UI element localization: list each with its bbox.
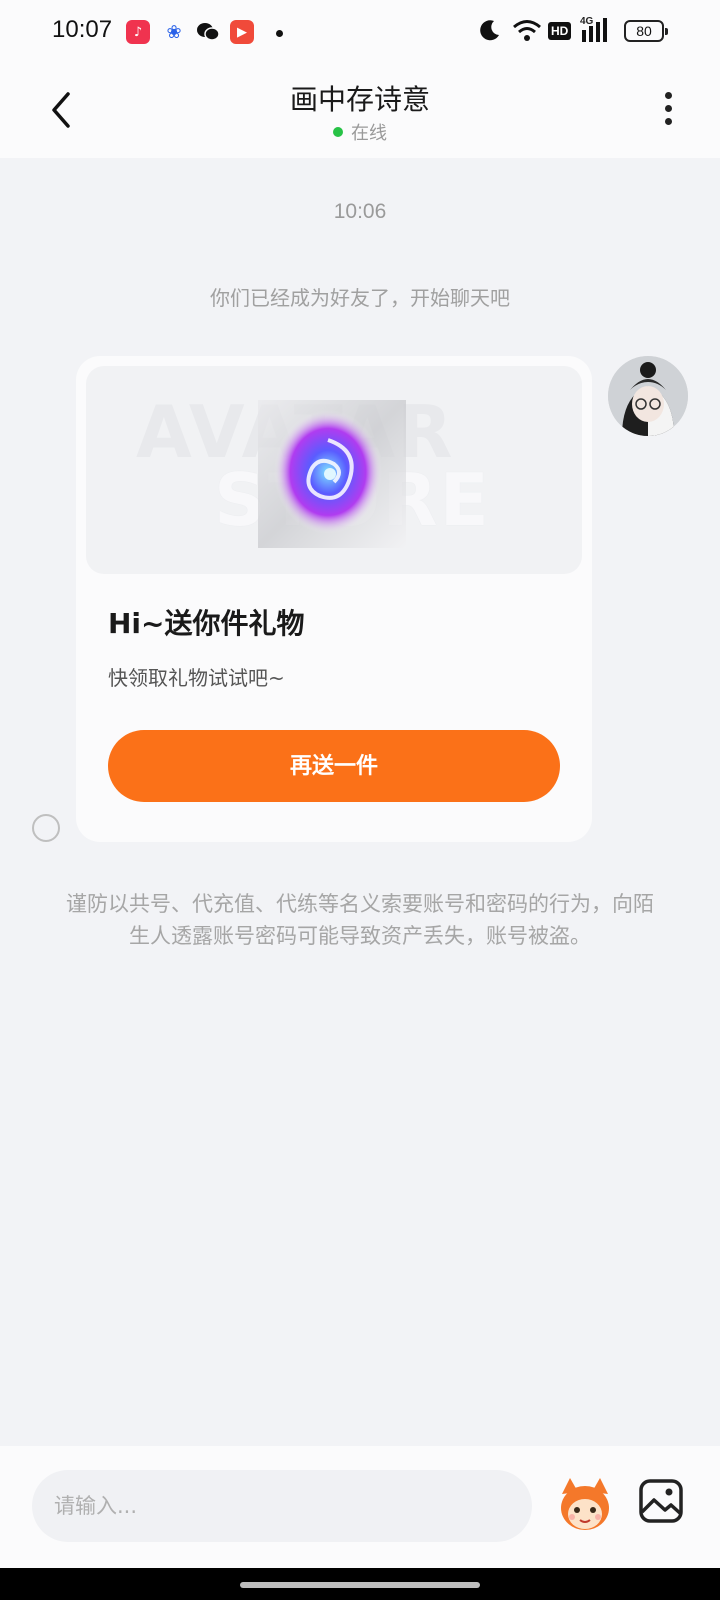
contact-name: 画中存诗意 — [289, 83, 430, 116]
music-app-icon: ♪ — [126, 20, 150, 44]
security-warning: 谨防以共号、代充值、代练等名义索要账号和密码的行为，向陌生人透露账号密码可能导致… — [66, 892, 654, 948]
baidu-app-icon: ❀ — [166, 21, 182, 43]
avatar[interactable] — [608, 356, 688, 436]
chat-header: 画中存诗意 在线 — [0, 62, 720, 158]
gift-image[interactable]: AVATAR STORE — [86, 366, 582, 574]
gift-card-title: Hi~送你件礼物 — [108, 607, 305, 640]
status-bar: 10:07 ♪ ❀ ▶ HD 4G 80 — [0, 0, 720, 62]
send-another-gift-button[interactable]: 再送一件 — [108, 730, 560, 802]
video-app-icon: ▶ — [230, 20, 254, 44]
gift-card-subtitle: 快领取礼物试试吧~ — [108, 666, 285, 690]
notification-dot — [276, 30, 283, 37]
moon-icon — [480, 20, 499, 41]
sticker-mascot-icon[interactable] — [556, 1474, 614, 1534]
message-timestamp: 10:06 — [333, 200, 387, 223]
message-input[interactable] — [32, 1470, 532, 1542]
online-status-label: 在线 — [351, 123, 387, 144]
message-input-bar — [0, 1446, 720, 1568]
gift-message-card[interactable]: AVATAR STORE Hi~送你件礼物 快领 — [76, 356, 592, 842]
wifi-icon — [513, 20, 541, 41]
online-dot-icon — [333, 127, 343, 137]
battery-icon: 80 — [624, 20, 668, 42]
status-time: 10:07 — [52, 16, 113, 43]
hd-icon: HD — [548, 22, 572, 40]
wechat-icon — [196, 20, 220, 44]
home-gesture-handle[interactable] — [240, 1582, 480, 1588]
more-options-icon[interactable] — [662, 92, 674, 128]
message-select-radio[interactable] — [32, 814, 60, 842]
image-icon[interactable] — [638, 1478, 684, 1524]
system-navigation-bar — [0, 1568, 720, 1600]
system-message: 你们已经成为好友了，开始聊天吧 — [210, 286, 510, 310]
online-status: 在线 — [0, 119, 720, 145]
gift-item-icon — [258, 400, 406, 548]
